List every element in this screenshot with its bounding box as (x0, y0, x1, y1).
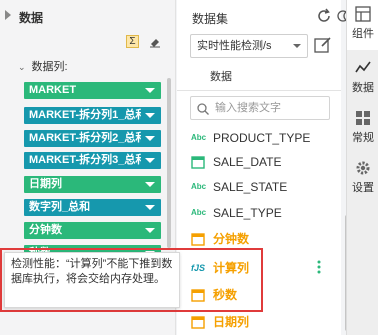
pill-date-column[interactable]: 日期列 (24, 176, 161, 193)
field-item[interactable]: 分钟数 (191, 228, 249, 248)
nav-label: 常规 (352, 132, 374, 144)
calendar-calc-icon (191, 233, 205, 246)
pill-market-split1[interactable]: MARKET-拆分列1_总和 (24, 107, 161, 124)
field-label: SALE_STATE (213, 179, 288, 194)
grid-icon (356, 111, 370, 125)
field-item[interactable]: Abc PRODUCT_TYPE (191, 127, 310, 147)
field-item[interactable]: Abc SALE_TYPE (191, 202, 282, 222)
pill-market[interactable]: MARKET (24, 82, 161, 99)
nav-settings[interactable]: 设置 (347, 154, 378, 204)
pill-number-sum[interactable]: 数字列_总和 (24, 199, 161, 216)
calendar-calc-icon (191, 316, 205, 329)
dropdown-arrow-icon[interactable] (145, 158, 155, 163)
tab-data[interactable]: 数据 (210, 68, 232, 84)
pill-label: MARKET-拆分列2_总和 (29, 132, 141, 144)
pill-label: 日期列 (29, 178, 62, 190)
field-label: 分钟数 (213, 231, 250, 246)
highlight-frame: 检测性能：“计算列”不能下推到数据库执行，将会交给内存处理。 (0, 248, 263, 312)
pill-label: MARKET (29, 84, 77, 96)
pill-label: MARKET-拆分列3_总和 (29, 154, 141, 166)
nav-label: 设置 (352, 182, 374, 194)
pill-label: 数字列_总和 (29, 201, 91, 213)
gear-icon (356, 161, 370, 175)
text-field-icon: Abc (191, 132, 207, 142)
dataset-panel-title: 数据集 (192, 12, 229, 26)
field-label: PRODUCT_TYPE (213, 130, 311, 145)
chevron-down-icon (293, 44, 301, 48)
nav-general[interactable]: 常规 (347, 104, 378, 154)
text-field-icon: Abc (191, 207, 207, 217)
dataset-select[interactable]: 实时性能检测/s (190, 34, 308, 58)
dropdown-arrow-icon[interactable] (145, 113, 155, 118)
eraser-icon[interactable] (149, 36, 161, 48)
pill-minutes[interactable]: 分钟数 (24, 222, 161, 239)
more-vertical-icon[interactable] (317, 260, 321, 274)
text-field-icon: Abc (191, 181, 207, 191)
data-icon (355, 61, 371, 73)
pill-market-split2[interactable]: MARKET-拆分列2_总和 (24, 130, 161, 147)
search-box[interactable] (190, 96, 330, 120)
field-item[interactable]: Abc SALE_STATE (191, 176, 287, 196)
chevron-down-icon: ⌄ (18, 62, 26, 72)
data-columns-label: 数据列: (31, 61, 68, 73)
field-label: SALE_TYPE (213, 205, 282, 220)
field-label: SALE_DATE (213, 154, 282, 169)
right-nav: 组件 数据 常规 设置 (346, 0, 378, 335)
component-icon (355, 6, 371, 22)
data-panel-header: 数据 (0, 0, 176, 30)
pill-label: 分钟数 (29, 224, 62, 236)
dropdown-arrow-icon[interactable] (145, 205, 155, 210)
calendar-icon (191, 156, 205, 169)
left-scrollbar[interactable] (167, 78, 171, 248)
pill-label: MARKET-拆分列1_总和 (29, 109, 141, 121)
edit-icon[interactable] (314, 36, 332, 54)
tab-divider (177, 90, 341, 91)
dropdown-arrow-icon[interactable] (145, 228, 155, 233)
search-input[interactable] (215, 100, 325, 116)
dropdown-arrow-icon[interactable] (145, 88, 155, 93)
data-panel-title: 数据 (19, 11, 44, 25)
dataset-select-value: 实时性能检测/s (197, 40, 272, 52)
dropdown-arrow-icon[interactable] (145, 136, 155, 141)
nav-data[interactable]: 数据 (347, 54, 378, 104)
refresh-icon[interactable] (316, 8, 332, 24)
nav-component[interactable]: 组件 (347, 0, 378, 50)
performance-tooltip: 检测性能：“计算列”不能下推到数据库执行，将会交给内存处理。 (4, 252, 180, 308)
field-item[interactable]: 日期列 (191, 311, 249, 331)
sigma-icon[interactable]: Σ (126, 35, 139, 48)
data-columns-row[interactable]: ⌄ 数据列: (18, 58, 68, 74)
pill-market-split3[interactable]: MARKET-拆分列3_总和 (24, 152, 161, 169)
collapse-icon[interactable] (4, 10, 12, 20)
search-icon (197, 103, 209, 115)
field-item[interactable]: SALE_DATE (191, 151, 281, 171)
nav-label: 组件 (352, 28, 374, 40)
nav-label: 数据 (352, 82, 374, 94)
dropdown-arrow-icon[interactable] (145, 182, 155, 187)
field-label: 日期列 (213, 314, 250, 329)
